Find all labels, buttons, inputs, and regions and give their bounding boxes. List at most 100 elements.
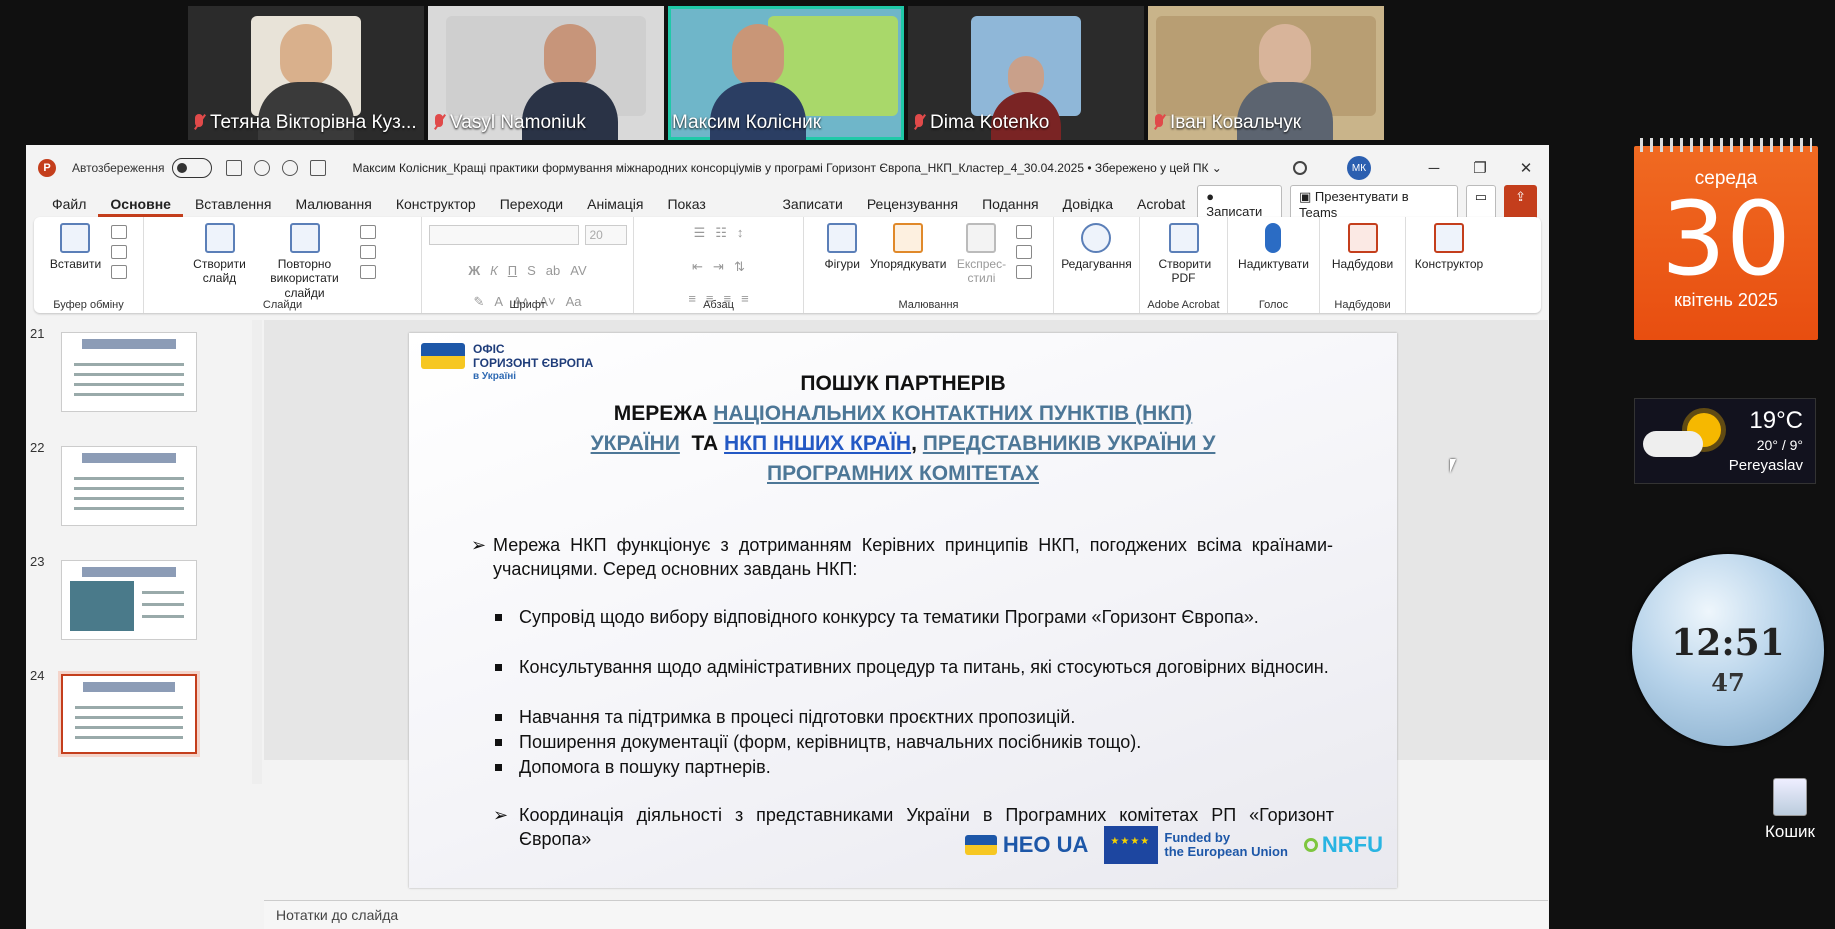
tab-file[interactable]: Файл [40, 191, 98, 217]
recycle-bin[interactable]: Кошик [1752, 778, 1828, 842]
autosave-toggle[interactable] [172, 158, 213, 178]
editing-label: Редагування [1061, 257, 1132, 271]
save-icon[interactable] [226, 160, 243, 176]
participant-tile[interactable]: Vasyl Namoniuk [428, 6, 664, 140]
bold-icon[interactable]: Ж [468, 263, 480, 278]
tab-record[interactable]: Записати [770, 191, 854, 217]
participant-tile[interactable]: Іван Ковальчук [1148, 6, 1384, 140]
tab-review[interactable]: Рецензування [855, 191, 970, 217]
layout-icon[interactable] [359, 225, 376, 239]
underline-icon[interactable]: П [508, 263, 517, 278]
arrange-icon [893, 223, 924, 253]
designer-button[interactable]: Конструктор [1415, 223, 1483, 271]
text-direction-icon[interactable]: ⇅ [734, 259, 745, 275]
slide-thumbnail[interactable] [61, 446, 197, 526]
numbering-icon[interactable]: ☷ [715, 225, 727, 241]
avatar[interactable]: МК [1347, 156, 1371, 180]
shapes-button[interactable]: Фігури [825, 223, 860, 271]
decrease-indent-icon[interactable]: ⇤ [692, 259, 703, 275]
participant-name: Максим Колісник [672, 112, 822, 133]
tab-acrobat[interactable]: Acrobat [1125, 191, 1197, 217]
mic-muted-icon [432, 113, 446, 133]
quick-styles-button[interactable]: Експрес-стилі [956, 223, 1006, 286]
reset-icon[interactable] [359, 245, 376, 259]
slide-thumbnail-selected[interactable] [58, 671, 200, 757]
title-link[interactable]: УКРАЇНИ [591, 432, 680, 455]
thumbnails-scrollbar[interactable] [252, 320, 262, 784]
paste-button[interactable]: Вставити [50, 223, 101, 271]
mouse-cursor-icon [1450, 459, 1456, 473]
bullet-item: Супровід щодо вибору відповідного конкур… [495, 605, 1334, 629]
addins-icon [1347, 223, 1378, 253]
arrange-button[interactable]: Упорядкувати [870, 223, 946, 271]
slide-thumbnails-pane[interactable]: 21 22 23 24 25 [26, 320, 251, 784]
mic-muted-icon [1152, 113, 1166, 133]
font-size-select[interactable]: 20 [584, 225, 627, 245]
designer-label: Конструктор [1414, 257, 1484, 271]
tab-slideshow[interactable]: Показ слайдів [655, 191, 770, 238]
slide-thumbnail[interactable] [61, 560, 197, 640]
strike-icon[interactable]: ab [546, 263, 560, 278]
tab-draw[interactable]: Малювання [283, 191, 383, 217]
slide-number: 24 [30, 668, 45, 683]
spacing-icon[interactable]: AV [570, 263, 586, 278]
tab-view[interactable]: Подання [970, 191, 1051, 217]
tab-help[interactable]: Довідка [1051, 191, 1125, 217]
bullet-text: Супровід щодо вибору відповідного конкур… [519, 607, 1259, 627]
title-text: , [911, 432, 923, 455]
redo-icon[interactable] [282, 160, 299, 176]
bullets-icon[interactable]: ☰ [694, 225, 706, 241]
title-line: ПОШУК ПАРТНЕРІВ [800, 372, 1006, 395]
section-icon[interactable] [359, 265, 376, 279]
increase-indent-icon[interactable]: ⇥ [713, 259, 724, 275]
ua-eu-flag-icon [421, 343, 465, 369]
nrfu-logo: NRFU [1303, 832, 1383, 858]
italic-icon[interactable]: К [490, 263, 498, 278]
group-label: Голос [1258, 299, 1289, 311]
editing-button[interactable]: Редагування [1061, 223, 1132, 271]
tab-animations[interactable]: Анімація [575, 191, 655, 217]
tab-home[interactable]: Основне [98, 191, 183, 217]
reuse-slides-button[interactable]: Повторно використати слайди [260, 223, 350, 300]
minimize-icon[interactable]: ─ [1411, 160, 1457, 177]
restore-icon[interactable]: ❐ [1457, 159, 1503, 177]
title-link[interactable]: ПРОГРАМНИХ КОМІТЕТАХ [409, 459, 1397, 489]
shape-effects-icon[interactable] [1016, 265, 1033, 279]
shape-outline-icon[interactable] [1016, 245, 1033, 259]
search-icon[interactable] [1293, 161, 1307, 175]
copy-icon[interactable] [111, 245, 128, 259]
participant-tile-active[interactable]: Максим Колісник [668, 6, 904, 140]
create-pdf-button[interactable]: Створити PDF [1159, 223, 1211, 286]
participant-tile[interactable]: Тетяна Вікторівна Куз... [188, 6, 424, 140]
reuse-label: Повторно використати слайди [270, 257, 339, 300]
dictate-button[interactable]: Надиктувати [1238, 223, 1309, 271]
font-name-select[interactable] [428, 225, 579, 245]
title-link[interactable]: НКП ІНШИХ КРАЇН [724, 432, 911, 455]
paste-label: Вставити [49, 257, 102, 271]
close-icon[interactable]: ✕ [1503, 159, 1549, 177]
tab-transitions[interactable]: Переходи [488, 191, 575, 217]
shadow-icon[interactable]: S [527, 263, 536, 278]
format-painter-icon[interactable] [111, 265, 128, 279]
voice-group: Надиктувати Голос [1228, 217, 1320, 313]
cut-icon[interactable] [111, 225, 128, 239]
new-slide-button[interactable]: Створити слайд [190, 223, 250, 286]
document-title[interactable]: Максим Колісник_Кращі практики формуванн… [352, 161, 1221, 175]
participant-tile[interactable]: Dima Kotenko [908, 6, 1144, 140]
title-link[interactable]: ПРЕДСТАВНИКІВ УКРАЇНИ У [923, 432, 1216, 455]
eu-text: the European Union [1164, 844, 1288, 859]
present-from-start-icon[interactable] [310, 160, 327, 176]
slide-canvas[interactable]: ОФІС ГОРИЗОНТ ЄВРОПА в Україні ПОШУК ПАРТН… [409, 333, 1397, 888]
tab-insert[interactable]: Вставлення [183, 191, 284, 217]
shape-fill-icon[interactable] [1016, 225, 1033, 239]
new-slide-icon [204, 223, 235, 253]
line-spacing-icon[interactable]: ↕ [737, 225, 744, 241]
undo-icon[interactable] [254, 160, 271, 176]
notes-pane[interactable]: Нотатки до слайда [264, 900, 1548, 929]
addins-group: Надбудови Надбудови [1320, 217, 1406, 313]
slide-thumbnail[interactable] [61, 332, 197, 412]
nrfu-icon [1303, 838, 1318, 852]
addins-button[interactable]: Надбудови [1332, 223, 1393, 271]
title-link[interactable]: НАЦІОНАЛЬНИХ КОНТАКТНИХ ПУНКТІВ (НКП) [713, 402, 1192, 425]
tab-design[interactable]: Конструктор [384, 191, 488, 217]
